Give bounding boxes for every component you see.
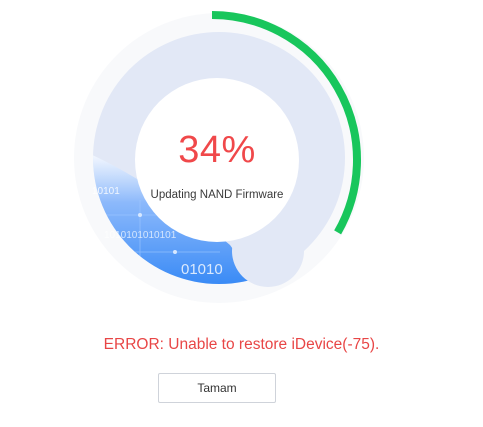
progress-percent: 34% (178, 129, 256, 171)
progress-status-text: Updating NAND Firmware (150, 189, 284, 201)
binary-decor-3: 01010 (181, 261, 223, 278)
ok-button[interactable]: Tamam (158, 373, 276, 403)
binary-decor-2: 1010101010101 (104, 230, 177, 241)
binary-decor-1: 10101 (92, 186, 120, 197)
error-message: ERROR: Unable to restore iDevice(-75). (103, 336, 380, 353)
